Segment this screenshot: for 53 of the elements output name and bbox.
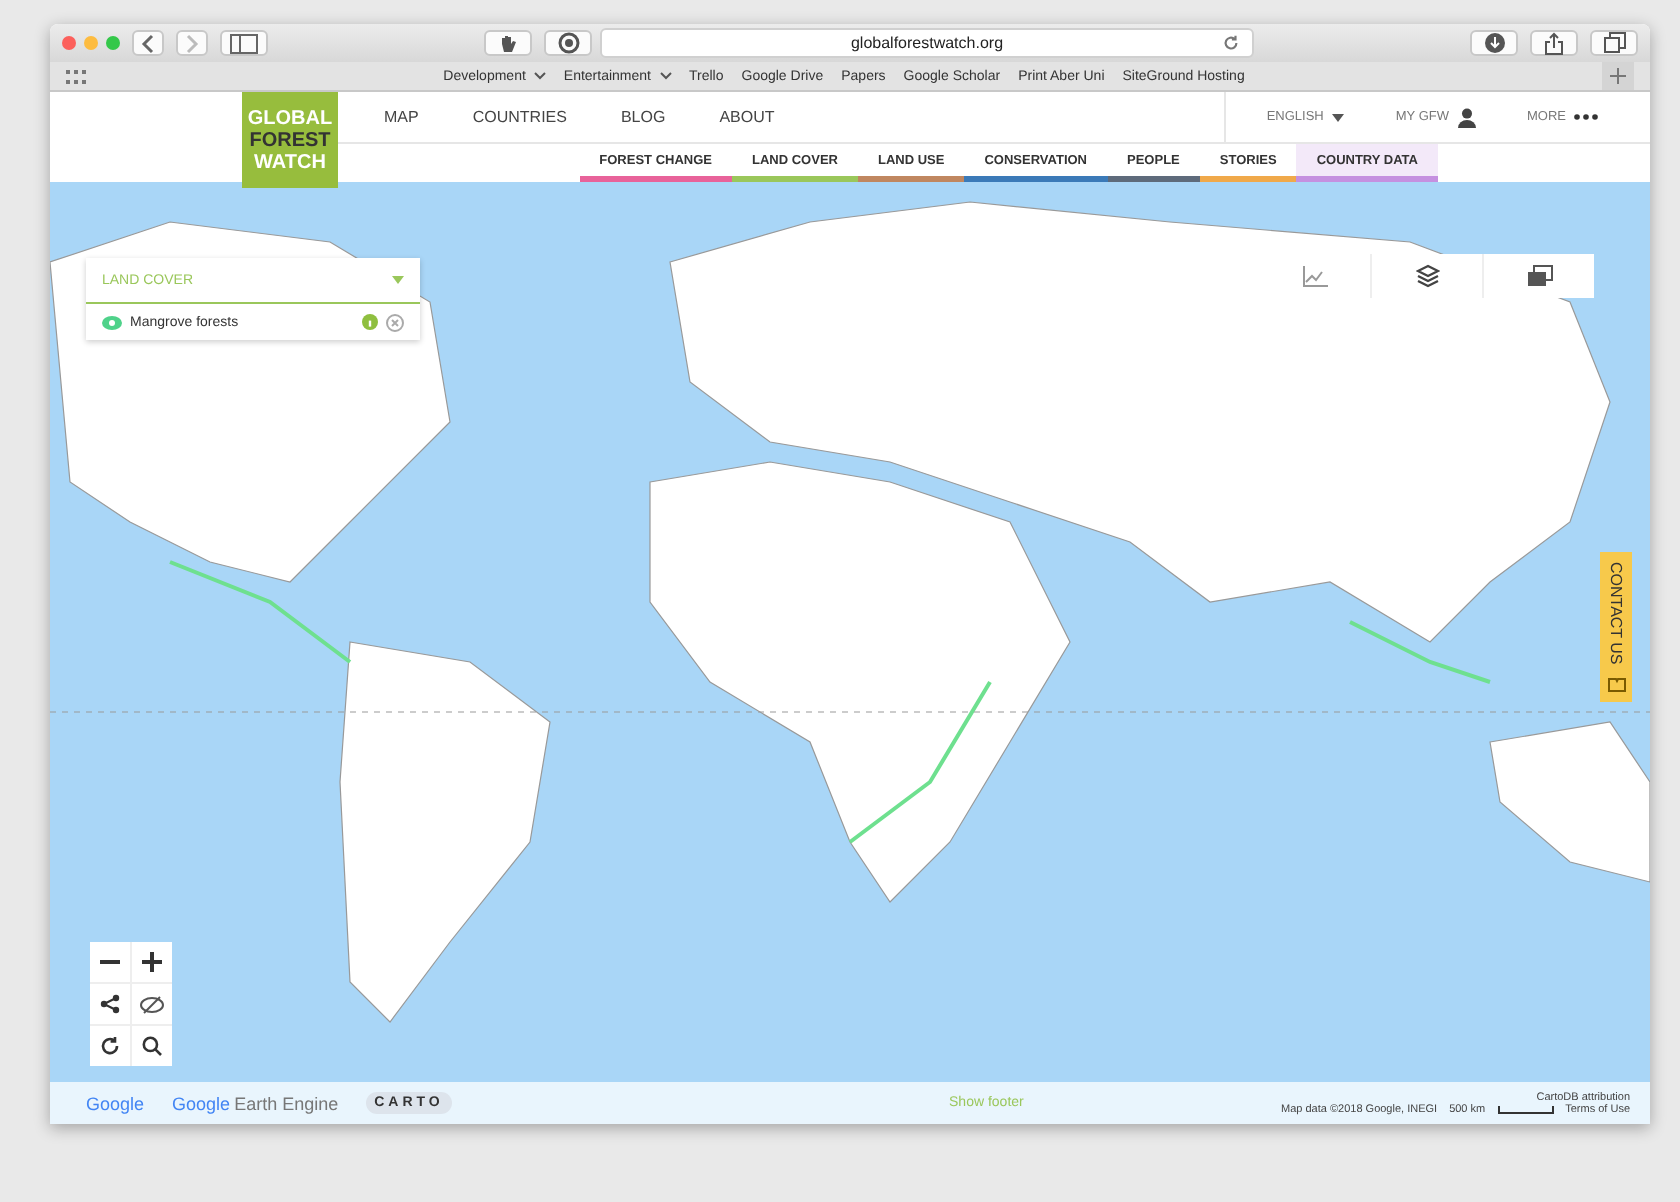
contact-us-button[interactable]: CONTACT US xyxy=(1600,552,1632,702)
layers-icon xyxy=(1415,264,1439,288)
nav-link[interactable]: COUNTRIES xyxy=(472,108,567,126)
google-logo: Google xyxy=(86,1093,145,1113)
download-icon xyxy=(1483,32,1505,54)
search-button[interactable] xyxy=(132,1026,172,1066)
new-tab-button[interactable] xyxy=(1602,62,1634,90)
chevron-right-icon xyxy=(184,33,200,53)
reload-icon[interactable] xyxy=(1222,34,1240,52)
plus-icon xyxy=(142,952,162,972)
extension-button[interactable] xyxy=(484,30,532,56)
zoom-in-button[interactable] xyxy=(132,942,172,982)
google-logo: Google xyxy=(172,1093,231,1113)
scale-bar-icon xyxy=(1497,1105,1554,1113)
caret-icon xyxy=(659,72,671,80)
eye-off-icon xyxy=(140,995,164,1013)
refresh-icon xyxy=(100,1036,120,1056)
user-icon xyxy=(1457,107,1475,127)
logo[interactable]: GLOBAL FOREST WATCH xyxy=(242,92,338,188)
share-button[interactable] xyxy=(1530,30,1578,56)
basemap-button[interactable] xyxy=(1484,254,1594,298)
share-button[interactable] xyxy=(90,984,130,1024)
plus-icon xyxy=(1610,68,1626,84)
search-icon xyxy=(142,1036,162,1056)
layers-button[interactable] xyxy=(1372,254,1482,298)
grid-icon[interactable] xyxy=(66,69,86,83)
caret-icon xyxy=(1331,113,1344,121)
zoom-out-button[interactable] xyxy=(90,942,130,982)
address-bar[interactable]: globalforestwatch.org xyxy=(600,28,1254,58)
share-icon xyxy=(100,994,120,1014)
caret-icon xyxy=(533,72,546,80)
extension-button[interactable] xyxy=(544,30,592,56)
circle-icon xyxy=(557,32,579,54)
share-icon xyxy=(1544,31,1564,55)
earth-engine-logo: Earth Engine xyxy=(234,1093,339,1113)
nav-link[interactable]: MAP xyxy=(384,108,419,126)
nav-link[interactable]: BLOG xyxy=(620,108,666,126)
images-icon xyxy=(1525,264,1553,288)
hand-icon xyxy=(498,33,518,53)
back-button[interactable] xyxy=(132,30,164,56)
chart-icon xyxy=(1301,265,1329,287)
book-icon xyxy=(1607,678,1625,692)
minus-icon xyxy=(100,960,120,964)
tabs-icon xyxy=(1603,32,1625,54)
hide-button[interactable] xyxy=(132,984,172,1024)
more-icon xyxy=(1574,114,1598,120)
chevron-left-icon xyxy=(140,33,156,53)
sidebar-button[interactable] xyxy=(220,30,268,56)
tabs-button[interactable] xyxy=(1590,30,1638,56)
downloads-button[interactable] xyxy=(1470,30,1518,56)
sidebar-icon xyxy=(230,33,258,53)
reset-button[interactable] xyxy=(90,1026,130,1066)
nav-link[interactable]: ABOUT xyxy=(719,108,775,126)
